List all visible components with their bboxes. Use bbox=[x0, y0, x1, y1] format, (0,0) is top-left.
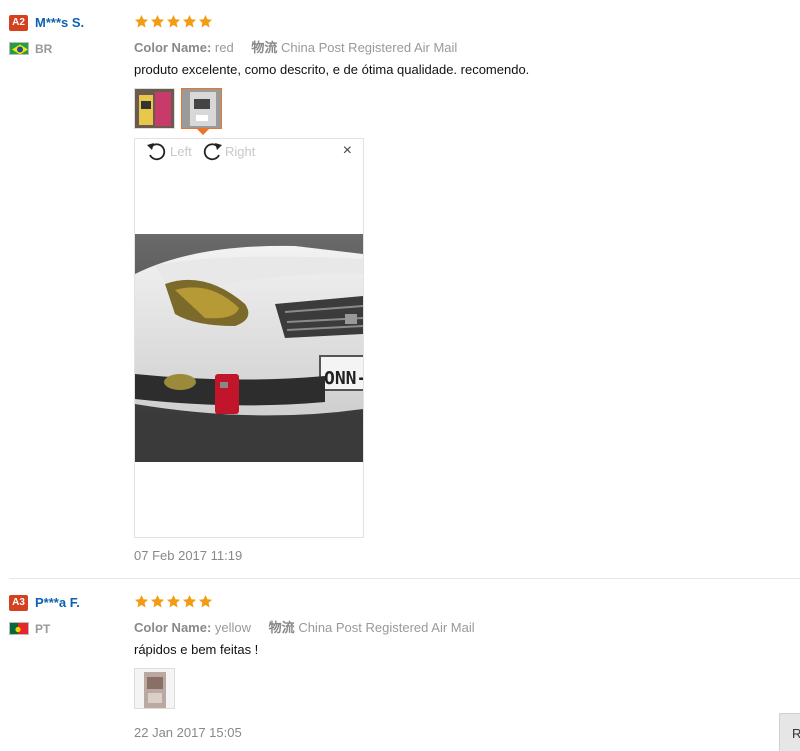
order-info: Color Name: red 物流 China Post Registered… bbox=[134, 37, 457, 56]
shipping-value: China Post Registered Air Mail bbox=[280, 40, 458, 55]
order-info: Color Name: yellow 物流 China Post Registe… bbox=[134, 617, 475, 636]
review-date: 07 Feb 2017 11:19 bbox=[134, 548, 243, 563]
color-name-label: Color Name: bbox=[134, 620, 212, 635]
buyer-level-badge: A3 bbox=[9, 595, 28, 611]
star-icon bbox=[182, 594, 197, 608]
rotate-right-label: Right bbox=[225, 143, 256, 159]
star-icon bbox=[182, 14, 197, 28]
star-rating bbox=[134, 14, 213, 30]
review-text: rápidos e bem feitas ! bbox=[134, 642, 259, 657]
review-photo-thumb-2[interactable] bbox=[181, 88, 222, 129]
color-name-value: red bbox=[214, 40, 234, 55]
reviewer-name: P***a F. bbox=[35, 595, 80, 610]
review-photo-large: ONN- bbox=[135, 234, 363, 462]
rotate-right-button[interactable]: Right bbox=[201, 141, 255, 161]
star-icon bbox=[150, 594, 165, 608]
star-icon bbox=[134, 14, 149, 28]
star-icon bbox=[150, 14, 165, 28]
review-photo-thumb-1[interactable] bbox=[134, 668, 175, 709]
rotate-right-icon bbox=[203, 143, 222, 161]
rotate-left-button[interactable]: Left bbox=[146, 141, 192, 161]
shipping-value: China Post Registered Air Mail bbox=[298, 620, 475, 635]
review-date: 22 Jan 2017 15:05 bbox=[134, 725, 242, 740]
color-name-value: yellow bbox=[214, 620, 252, 635]
star-icon bbox=[166, 594, 181, 608]
star-icon bbox=[198, 594, 213, 608]
photo-viewer: Left Right × ONN bbox=[134, 138, 364, 538]
color-name-label: Color Name: bbox=[134, 40, 212, 55]
reviewer-country: PT bbox=[35, 622, 51, 636]
review-photo-thumb-1[interactable] bbox=[134, 88, 175, 129]
shipping-label: 物流 bbox=[268, 620, 295, 635]
reviewer-country: BR bbox=[35, 42, 53, 56]
star-rating bbox=[134, 594, 213, 610]
rotate-left-icon bbox=[147, 143, 166, 161]
buyer-level-badge: A2 bbox=[9, 15, 28, 31]
shipping-label: 物流 bbox=[251, 40, 278, 55]
brazil-flag-icon bbox=[9, 42, 29, 55]
review-divider bbox=[9, 578, 800, 579]
close-icon[interactable]: × bbox=[343, 143, 352, 159]
active-thumb-pointer bbox=[197, 129, 209, 135]
reviewer-name: M***s S. bbox=[35, 15, 85, 30]
star-icon bbox=[134, 594, 149, 608]
license-plate-text: ONN- bbox=[324, 368, 363, 389]
star-icon bbox=[198, 14, 213, 28]
corner-button[interactable]: R bbox=[779, 713, 800, 751]
review-text: produto excelente, como descrito, e de ó… bbox=[134, 62, 530, 77]
rotate-left-label: Left bbox=[170, 143, 192, 159]
portugal-flag-icon bbox=[9, 622, 29, 635]
star-icon bbox=[166, 14, 181, 28]
